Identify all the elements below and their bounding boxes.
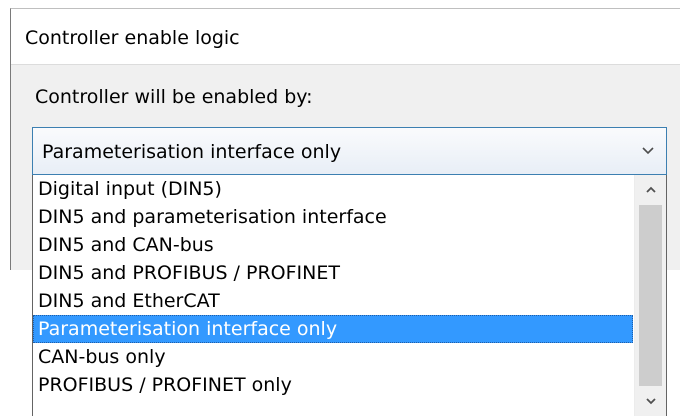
chevron-down-icon[interactable] [635,386,666,416]
combobox-selected-value: Parameterisation interface only [42,141,342,163]
dialog-title: Controller enable logic [25,27,240,49]
enable-prompt-label: Controller will be enabled by: [35,86,313,108]
title-bar: Controller enable logic [11,9,680,65]
list-item[interactable]: DIN5 and PROFIBUS / PROFINET [33,259,633,287]
list-item[interactable]: DIN5 and EtherCAT [33,287,633,315]
enable-logic-combobox[interactable]: Parameterisation interface only [32,127,667,175]
scrollbar-thumb[interactable] [639,205,662,386]
chevron-up-icon[interactable] [635,175,666,205]
list-item[interactable]: PROFIBUS / PROFINET only [33,371,633,399]
dropdown-list: Digital input (DIN5) DIN5 and parameteris… [32,175,667,416]
list-item[interactable]: Digital input (DIN5) [33,175,633,203]
chevron-down-icon[interactable] [640,142,656,158]
list-item-selected[interactable]: Parameterisation interface only [33,315,633,343]
option-list: Digital input (DIN5) DIN5 and parameteris… [33,175,633,399]
list-item[interactable]: CAN-bus only [33,343,633,371]
scrollbar[interactable] [634,175,666,416]
list-item[interactable]: DIN5 and parameterisation interface [33,203,633,231]
screen: Controller enable logic Controller will … [0,0,680,416]
list-item[interactable]: DIN5 and CAN-bus [33,231,633,259]
